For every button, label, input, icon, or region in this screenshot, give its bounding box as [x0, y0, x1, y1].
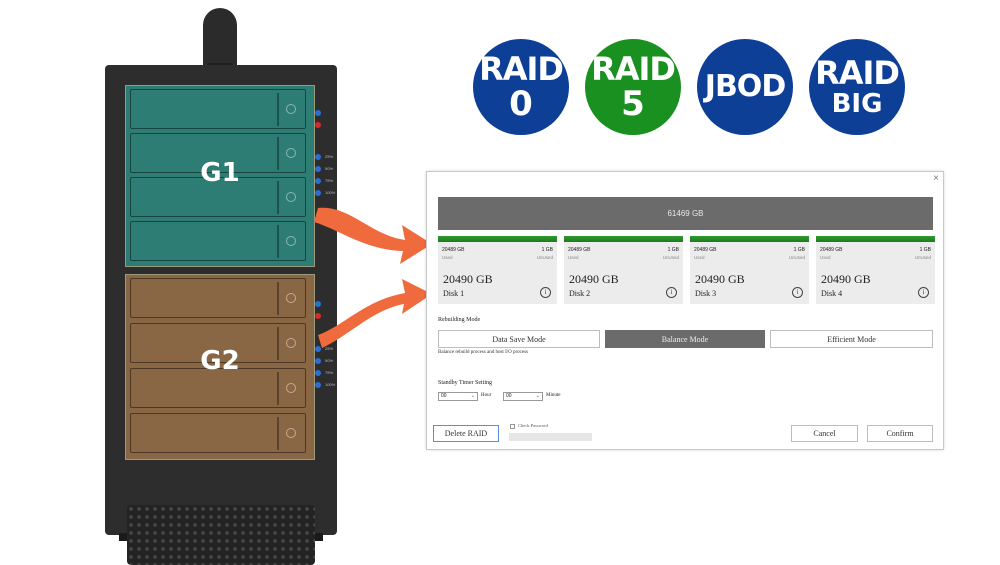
- disk-usage-bar: [690, 236, 809, 242]
- raid-pool-bar: 61469 GB: [438, 197, 933, 230]
- minute-unit: Minute: [546, 393, 561, 398]
- disk-total: 20490 GB: [695, 272, 745, 286]
- disk-unused: 1 GB: [793, 247, 805, 253]
- efficient-mode-button[interactable]: Efficient Mode: [770, 330, 933, 348]
- disk-used-label: Used: [442, 255, 453, 260]
- arrow-g2-to-dialog: [318, 279, 432, 348]
- hour-value: 00: [441, 393, 447, 399]
- mode-description: Balance rebuild process and host I/O pro…: [438, 350, 528, 355]
- disk-unused-label: UnUsed: [662, 255, 679, 260]
- disk-total: 20490 GB: [569, 272, 619, 286]
- disk-name: Disk 4: [821, 289, 843, 298]
- disk-total: 20490 GB: [821, 272, 871, 286]
- check-password-checkbox[interactable]: [510, 424, 515, 429]
- chevron-down-icon: ⌄: [470, 393, 475, 399]
- disk-name: Disk 2: [569, 289, 591, 298]
- disk-unused-label: UnUsed: [536, 255, 553, 260]
- standby-timer-label: Standby Timer Setting: [438, 380, 493, 386]
- check-password-label: Check Password: [518, 423, 548, 428]
- chevron-down-icon: ⌄: [535, 393, 540, 399]
- disk-unused: 1 GB: [919, 247, 931, 253]
- disk-total: 20490 GB: [443, 272, 493, 286]
- info-icon[interactable]: i: [918, 287, 929, 298]
- cancel-button[interactable]: Cancel: [791, 425, 858, 442]
- disk-unused-label: UnUsed: [788, 255, 805, 260]
- disk-usage-bar: [438, 236, 557, 242]
- disk-usage-bar: [816, 236, 935, 242]
- raid-settings-dialog: × 61469 GB 20489 GB 1 GB Used UnUsed 204…: [426, 171, 944, 450]
- info-icon[interactable]: i: [666, 287, 677, 298]
- disk-name: Disk 3: [695, 289, 717, 298]
- close-icon[interactable]: ×: [933, 173, 939, 184]
- disk-unused: 1 GB: [667, 247, 679, 253]
- arrow-g1-to-dialog: [314, 207, 432, 264]
- disk-card-4: 20489 GB 1 GB Used UnUsed 20490 GB Disk …: [816, 236, 935, 304]
- data-save-mode-button[interactable]: Data Save Mode: [438, 330, 600, 348]
- disk-used-label: Used: [694, 255, 705, 260]
- disk-card-2: 20489 GB 1 GB Used UnUsed 20490 GB Disk …: [564, 236, 683, 304]
- minute-value: 00: [506, 393, 512, 399]
- balance-mode-button[interactable]: Balance Mode: [605, 330, 765, 348]
- info-icon[interactable]: i: [792, 287, 803, 298]
- disk-card-1: 20489 GB 1 GB Used UnUsed 20490 GB Disk …: [438, 236, 557, 304]
- disk-usage-bar: [564, 236, 683, 242]
- disk-used: 20489 GB: [820, 247, 843, 253]
- password-input[interactable]: [509, 433, 592, 441]
- pool-total: 61469 GB: [667, 209, 704, 218]
- disk-used: 20489 GB: [442, 247, 465, 253]
- delete-raid-button[interactable]: Delete RAID: [433, 425, 499, 442]
- rebuilding-mode-label: Rebuilding Mode: [438, 317, 481, 323]
- disk-unused: 1 GB: [541, 247, 553, 253]
- confirm-button[interactable]: Confirm: [867, 425, 933, 442]
- disk-unused-label: UnUsed: [914, 255, 931, 260]
- hour-select[interactable]: 00 ⌄: [438, 392, 478, 401]
- disk-used: 20489 GB: [568, 247, 591, 253]
- disk-card-3: 20489 GB 1 GB Used UnUsed 20490 GB Disk …: [690, 236, 809, 304]
- disk-used: 20489 GB: [694, 247, 717, 253]
- hour-unit: Hour: [481, 393, 492, 398]
- disk-used-label: Used: [568, 255, 579, 260]
- disk-used-label: Used: [820, 255, 831, 260]
- info-icon[interactable]: i: [540, 287, 551, 298]
- disk-name: Disk 1: [443, 289, 465, 298]
- minute-select[interactable]: 00 ⌄: [503, 392, 543, 401]
